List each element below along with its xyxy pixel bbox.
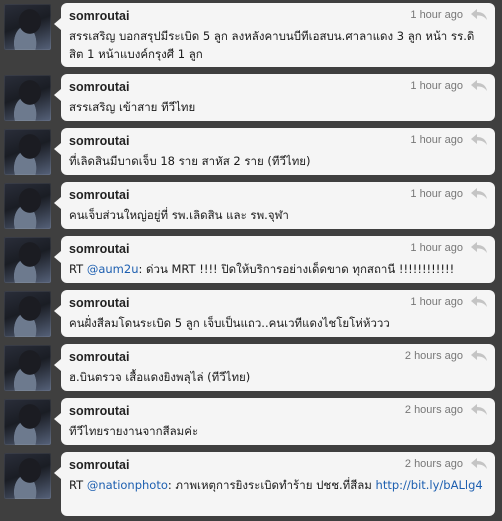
tweet-text: สรรเสริญ เข้าสาย ทีวีไทย [69,98,487,116]
tweet-item: somroutai 1 hour ago คนเจ็บส่วนใหญ่อยู่ท… [0,179,502,234]
reply-arrow-icon[interactable] [470,187,488,201]
tweet-text-suffix: : ด่วน MRT !!!! ปิดให้บริการอย่างเด็ดขาด… [138,262,455,276]
tweet-text: ที่เลิดสินมีบาดเจ็บ 18 ราย สาหัส 2 ราย (… [69,152,487,170]
tweet-item: somroutai 1 hour ago คนฝั่งสีลมโดนระเบิด… [0,287,502,342]
mention-link[interactable]: @aum2u [87,262,139,276]
tweet-item: somroutai 2 hours ago ทีวีไทยรายงานจากสี… [0,395,502,450]
tweet-item: somroutai 1 hour ago สรรเสริญ บอกสรุปมีร… [0,0,502,72]
tweet-text: ฮ.บินตรวจ เสื้อแดงยิงพลุไล่ (ทีวีไทย) [69,368,487,386]
tweet-item: somroutai 2 hours ago RT @nationphoto: ภ… [0,449,502,521]
reply-arrow-icon[interactable] [470,295,488,309]
avatar[interactable] [4,183,51,229]
url-link[interactable]: http://bit.ly/bALlg4 [376,478,483,492]
tweet-text-content: คนเจ็บส่วนใหญ่อยู่ที่ รพ.เลิดสิน และ รพ.… [69,208,289,222]
tweet-text-content: สรรเสริญ บอกสรุปมีระเบิด 5 ลูก ลงหลังคาบ… [69,29,475,61]
avatar[interactable] [4,4,51,50]
mention-link[interactable]: @nationphoto [87,478,168,492]
avatar[interactable] [4,399,51,445]
avatar[interactable] [4,75,51,121]
reply-arrow-icon[interactable] [470,349,488,363]
tweet-text-content: คนฝั่งสีลมโดนระเบิด 5 ลูก เจ็บเป็นแถว..ค… [69,316,390,330]
tweet-text-content: สรรเสริญ เข้าสาย ทีวีไทย [69,100,196,114]
tweet-text-content: ฮ.บินตรวจ เสื้อแดงยิงพลุไล่ (ทีวีไทย) [69,370,251,384]
reply-arrow-icon[interactable] [470,457,488,471]
timestamp[interactable]: 1 hour ago [410,295,463,309]
tweet-text-prefix: RT [69,262,87,276]
avatar[interactable] [4,237,51,283]
tweet-item: somroutai 2 hours ago ฮ.บินตรวจ เสื้อแดง… [0,341,502,396]
timestamp[interactable]: 1 hour ago [410,79,463,93]
tweet-text-prefix: RT [69,478,87,492]
timestamp[interactable]: 1 hour ago [410,241,463,255]
tweet-bubble: somroutai 1 hour ago สรรเสริญ บอกสรุปมีร… [54,3,495,67]
avatar[interactable] [4,129,51,175]
tweet-text: สรรเสริญ บอกสรุปมีระเบิด 5 ลูก ลงหลังคาบ… [69,27,487,63]
tweet-text-content: ทีวีไทยรายงานจากสีลมค่ะ [69,424,199,438]
timestamp[interactable]: 2 hours ago [405,403,463,417]
avatar[interactable] [4,291,51,337]
timestamp[interactable]: 1 hour ago [410,187,463,201]
reply-arrow-icon[interactable] [470,8,488,22]
tweet-text-suffix: : ภาพเหตุการยิงระเบิดทำร้าย ปชช.ที่สีลม [167,478,376,492]
timestamp[interactable]: 2 hours ago [405,349,463,363]
tweet-bubble: somroutai 2 hours ago ทีวีไทยรายงานจากสี… [54,398,495,445]
tweet-bubble: somroutai 2 hours ago RT @nationphoto: ภ… [54,452,495,516]
timestamp[interactable]: 2 hours ago [405,457,463,471]
timestamp[interactable]: 1 hour ago [410,133,463,147]
tweet-bubble: somroutai 1 hour ago คนเจ็บส่วนใหญ่อยู่ท… [54,182,495,229]
tweet-text: คนฝั่งสีลมโดนระเบิด 5 ลูก เจ็บเป็นแถว..ค… [69,314,487,332]
reply-arrow-icon[interactable] [470,241,488,255]
tweet-item: somroutai 1 hour ago ที่เลิดสินมีบาดเจ็บ… [0,125,502,180]
reply-arrow-icon[interactable] [470,79,488,93]
tweet-text-content: ที่เลิดสินมีบาดเจ็บ 18 ราย สาหัส 2 ราย (… [69,154,311,168]
tweet-text: ทีวีไทยรายงานจากสีลมค่ะ [69,422,487,440]
tweet-text: คนเจ็บส่วนใหญ่อยู่ที่ รพ.เลิดสิน และ รพ.… [69,206,487,224]
reply-arrow-icon[interactable] [470,403,488,417]
tweet-bubble: somroutai 1 hour ago สรรเสริญ เข้าสาย ที… [54,74,495,121]
tweet-bubble: somroutai 2 hours ago ฮ.บินตรวจ เสื้อแดง… [54,344,495,391]
tweet-bubble: somroutai 1 hour ago RT @aum2u: ด่วน MRT… [54,236,495,283]
tweet-text: RT @nationphoto: ภาพเหตุการยิงระเบิดทำร้… [69,476,487,494]
tweet-feed: somroutai 1 hour ago สรรเสริญ บอกสรุปมีร… [0,0,502,521]
avatar[interactable] [4,345,51,391]
tweet-item: somroutai 1 hour ago RT @aum2u: ด่วน MRT… [0,233,502,288]
tweet-item: somroutai 1 hour ago สรรเสริญ เข้าสาย ที… [0,71,502,126]
timestamp[interactable]: 1 hour ago [410,8,463,22]
tweet-bubble: somroutai 1 hour ago ที่เลิดสินมีบาดเจ็บ… [54,128,495,175]
tweet-text: RT @aum2u: ด่วน MRT !!!! ปิดให้บริการอย่… [69,260,487,278]
tweet-bubble: somroutai 1 hour ago คนฝั่งสีลมโดนระเบิด… [54,290,495,337]
avatar[interactable] [4,453,51,499]
reply-arrow-icon[interactable] [470,133,488,147]
